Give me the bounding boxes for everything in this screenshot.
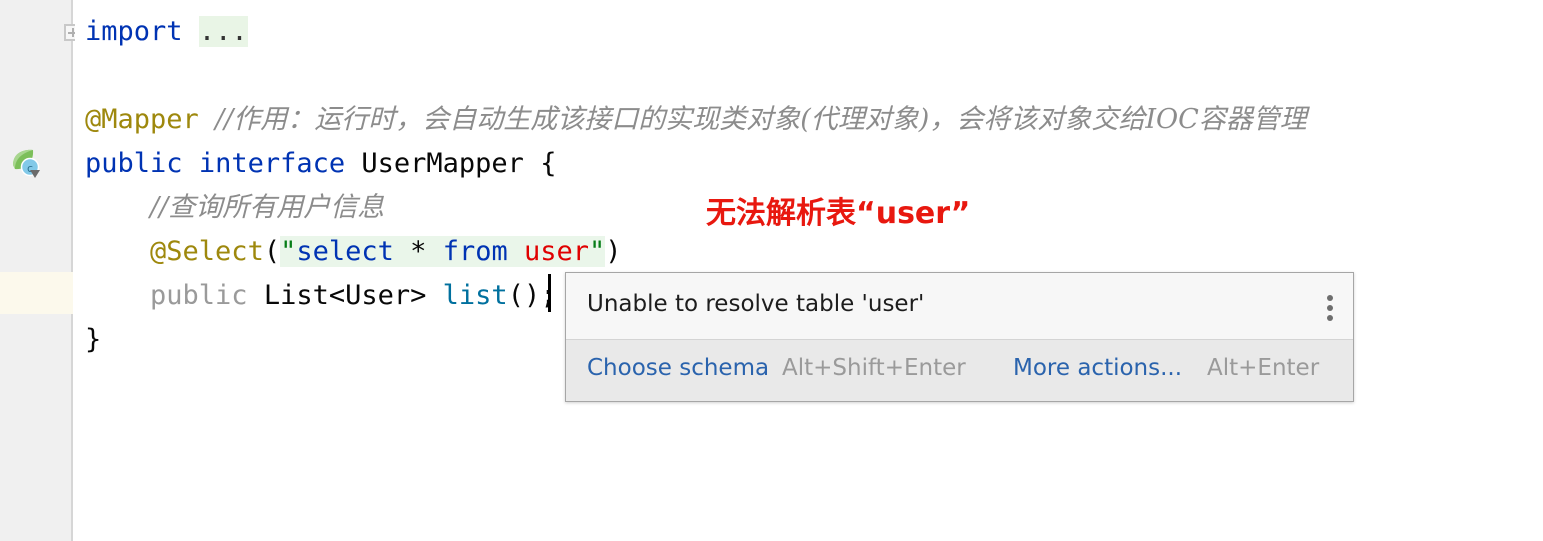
token-6-3: " xyxy=(280,236,297,267)
code-line-4[interactable]: public interface UserMapper { xyxy=(75,142,1543,186)
token-6-10: ) xyxy=(605,236,622,267)
tooltip-message-row: Unable to resolve table 'user' xyxy=(566,273,1353,340)
tooltip-message-text: Unable to resolve table 'user' xyxy=(587,291,925,317)
line-7-content: public List<User> list(); xyxy=(85,274,556,318)
choose-schema-action[interactable]: Choose schema xyxy=(587,355,769,381)
token-7-2: List<User> xyxy=(247,280,443,311)
more-actions-shortcut: Alt+Enter xyxy=(1207,355,1320,381)
spring-bean-glyph: c xyxy=(13,149,40,178)
token-1-2: ... xyxy=(198,16,248,47)
token-1-1 xyxy=(183,16,199,47)
error-tooltip-popup[interactable]: Unable to resolve table 'user' Choose sc… xyxy=(565,272,1354,402)
choose-schema-shortcut: Alt+Shift+Enter xyxy=(782,355,966,381)
kebab-dot-3 xyxy=(1327,315,1333,321)
line-3-content: @Mapper //作用：运行时，会自动生成该接口的实现类对象(代理对象)，会将… xyxy=(85,98,1307,142)
token-6-1: @Select xyxy=(150,236,264,267)
red-annotation-label: 无法解析表“user” xyxy=(706,196,971,231)
line-5-content: //查询所有用户信息 xyxy=(85,186,384,230)
kebab-dot-1 xyxy=(1327,295,1333,301)
token-6-6: from xyxy=(442,236,508,267)
token-4-3: UserMapper { xyxy=(345,148,557,179)
gutter-current-line-highlight xyxy=(0,272,73,314)
more-options-icon[interactable] xyxy=(1327,295,1333,321)
token-3-1 xyxy=(199,104,215,135)
token-6-4: select xyxy=(296,236,394,267)
token-7-3: list xyxy=(442,280,508,311)
text-caret xyxy=(548,274,551,312)
token-3-0: @Mapper xyxy=(85,104,199,135)
line-6-content: @Select("select * from user") xyxy=(85,230,622,274)
token-6-7 xyxy=(507,236,524,267)
code-line-3[interactable]: @Mapper //作用：运行时，会自动生成该接口的实现类对象(代理对象)，会将… xyxy=(75,98,1543,142)
token-5-0 xyxy=(85,192,150,223)
line-8-content: } xyxy=(85,318,101,362)
spring-bean-icon[interactable]: c xyxy=(8,146,42,180)
line-1-content: import ... xyxy=(85,10,248,54)
token-4-0: public xyxy=(85,148,183,179)
code-line-6[interactable]: @Select("select * from user") xyxy=(75,230,1543,274)
tooltip-actions-row: Choose schema Alt+Shift+Enter More actio… xyxy=(566,340,1353,401)
token-6-8: user xyxy=(523,236,590,267)
token-5-1: //查询所有用户信息 xyxy=(150,192,385,223)
token-6-9: " xyxy=(589,236,606,267)
token-7-0 xyxy=(85,280,150,311)
token-4-2: interface xyxy=(198,148,346,179)
code-line-1[interactable]: import ... xyxy=(75,10,1543,54)
token-1-0: import xyxy=(85,16,183,47)
editor-gutter xyxy=(0,0,73,541)
token-6-2: ( xyxy=(263,236,281,267)
kebab-dot-2 xyxy=(1327,305,1333,311)
editor-text-area[interactable]: import ... @Mapper //作用：运行时，会自动生成该接口的实现类… xyxy=(75,0,1543,541)
token-3-2: //作用：运行时，会自动生成该接口的实现类对象(代理对象)，会将该对象交给IOC… xyxy=(215,104,1307,135)
code-line-2[interactable] xyxy=(75,54,1543,98)
token-4-1 xyxy=(183,148,199,179)
token-7-1: public xyxy=(150,280,248,311)
more-actions-action[interactable]: More actions... xyxy=(1013,355,1182,381)
line-4-content: public interface UserMapper { xyxy=(85,142,556,186)
token-6-0 xyxy=(85,236,150,267)
token-6-5: * xyxy=(393,236,443,267)
ide-editor-window: c import ... @Mapper //作用：运行时，会自动生成该接口的实… xyxy=(0,0,1543,541)
token-8-0: } xyxy=(85,324,102,355)
